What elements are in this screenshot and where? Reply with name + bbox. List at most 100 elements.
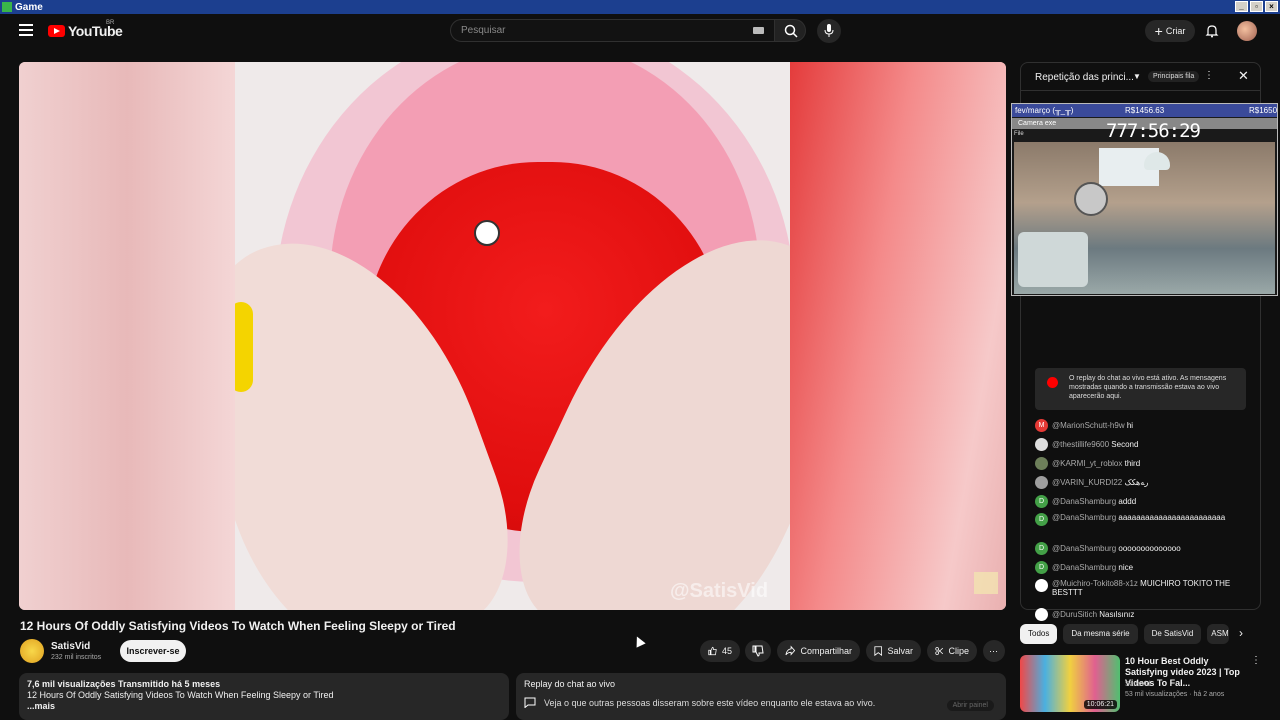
create-button[interactable]: + Criar	[1145, 20, 1195, 42]
close-window-button[interactable]: ×	[1265, 1, 1278, 12]
mouse-cursor	[632, 634, 646, 648]
keyboard-icon[interactable]	[753, 27, 764, 34]
like-button[interactable]: 45	[700, 640, 740, 662]
blurred-side-right	[790, 62, 1006, 610]
more-vert-icon[interactable]: ⋮	[1204, 70, 1214, 81]
overlay-bar: fev/março (╥_╥) R$1456.63 R$1650	[1012, 104, 1277, 117]
youtube-notice-icon	[1047, 377, 1058, 388]
plus-icon: +	[1154, 23, 1163, 39]
notifications-bell-icon[interactable]	[1205, 24, 1219, 38]
bookmark-icon	[874, 646, 883, 657]
chat-messages: M @MarionSchutt-h9w hi @thestillife9600 Se…	[1035, 416, 1255, 624]
clip-label: Clipe	[948, 646, 969, 656]
chat-message-text: ﺭﻪﻫﮑﮏ	[1124, 478, 1149, 487]
close-icon[interactable]: ✕	[1238, 68, 1249, 84]
chat-author-name[interactable]: @DanaShamburg	[1052, 563, 1116, 572]
chat-author-avatar[interactable]: D	[1035, 561, 1048, 574]
more-horizontal-icon: ⋯	[989, 645, 998, 656]
chat-author-avatar[interactable]	[1035, 457, 1048, 470]
blurred-side-left	[19, 62, 235, 610]
chat-message: @KARMI_yt_roblox third	[1035, 454, 1255, 473]
share-icon	[785, 645, 796, 656]
subscribe-button[interactable]: Inscrever-se	[120, 640, 186, 662]
chat-author-name[interactable]: @DanaShamburg	[1052, 544, 1116, 553]
chat-message: M @MarionSchutt-h9w hi	[1035, 416, 1255, 435]
overlay-amount: R$1456.63	[1125, 106, 1165, 115]
chat-message: D @DanaShamburg aaaaaaaaaaaaaaaaaaaaaaaa	[1035, 511, 1255, 539]
youtube-logo[interactable]: YouTube BR	[48, 20, 123, 39]
chat-message: @Muichiro-Tokito88-x1z MUICHIRO TOKITO T…	[1035, 577, 1255, 605]
channel-name[interactable]: SatisVid	[51, 641, 90, 652]
chat-author-name[interactable]: @Muichiro-Tokito88-x1z	[1052, 579, 1138, 588]
voice-search-button[interactable]	[817, 19, 841, 43]
chat-author-avatar[interactable]: M	[1035, 419, 1048, 432]
channel-watermark-icon[interactable]	[974, 572, 998, 594]
chat-message: D @DanaShamburg oooooooooooooo	[1035, 539, 1255, 558]
chat-message: @DuruSitich Nasılsınız	[1035, 605, 1255, 624]
recommended-channel: SatisVid	[1125, 681, 1151, 688]
video-watermark: @SatisVid	[670, 580, 769, 602]
clip-button[interactable]: Clipe	[927, 640, 977, 662]
chat-author-name[interactable]: @MarionSchutt-h9w	[1052, 421, 1125, 430]
description-box[interactable]: 7,6 mil visualizações Transmitido há 5 m…	[19, 673, 509, 720]
maximize-button[interactable]: ▫	[1250, 1, 1263, 12]
window-titlebar: Game _ ▫ ×	[0, 0, 1280, 14]
chat-author-name[interactable]: @KARMI_yt_roblox	[1052, 459, 1122, 468]
chat-author-avatar[interactable]	[1035, 608, 1048, 621]
search-input[interactable]: Pesquisar	[450, 19, 775, 42]
more-actions-button[interactable]: ⋯	[983, 640, 1005, 662]
save-label: Salvar	[887, 646, 913, 656]
show-more-link[interactable]: ...mais	[27, 701, 501, 712]
chat-author-name[interactable]: @DuruSitich	[1052, 610, 1097, 619]
share-button[interactable]: Compartilhar	[777, 640, 860, 662]
chat-author-name[interactable]: @DanaShamburg	[1052, 497, 1116, 506]
tab-asmr[interactable]: ASM	[1207, 624, 1230, 644]
chat-message-text: addd	[1118, 497, 1137, 506]
chat-message-text: Nasılsınız	[1099, 610, 1135, 619]
chevron-right-icon[interactable]: ›	[1239, 626, 1243, 640]
chat-mode-selector[interactable]: Repetição das princi...	[1035, 72, 1134, 83]
related-filter-tabs: Todos Da mesma série De SatisVid ASM	[1020, 624, 1230, 644]
avatar[interactable]	[1237, 21, 1257, 41]
video-player[interactable]: @SatisVid	[19, 62, 1006, 610]
chat-author-avatar[interactable]: D	[1035, 495, 1048, 508]
subscriber-count: 232 mil inscritos	[51, 654, 102, 661]
chat-author-name[interactable]: @VARIN_KURDI22	[1052, 478, 1122, 487]
open-panel-button[interactable]: Abrir painel	[946, 700, 994, 711]
microphone-icon	[824, 24, 834, 37]
search-button[interactable]	[774, 19, 806, 42]
room-sofa	[1018, 232, 1088, 287]
room-fan	[1074, 182, 1108, 216]
tab-same-series[interactable]: Da mesma série	[1063, 624, 1138, 644]
chevron-down-icon[interactable]: ▼	[1133, 72, 1141, 81]
menu-icon[interactable]	[19, 24, 33, 36]
chat-bubble-icon	[524, 697, 536, 708]
chat-author-avatar[interactable]: D	[1035, 513, 1048, 526]
chat-author-avatar[interactable]	[1035, 579, 1048, 592]
tab-from-channel[interactable]: De SatisVid	[1143, 624, 1202, 644]
chat-message-text: aaaaaaaaaaaaaaaaaaaaaaaa	[1118, 513, 1226, 522]
channel-avatar[interactable]	[20, 639, 44, 663]
chat-filter-tag[interactable]: Principais fila	[1148, 71, 1200, 82]
channel-badge-icon	[474, 220, 500, 246]
minimize-button[interactable]: _	[1235, 1, 1248, 12]
scissors-icon	[935, 647, 944, 655]
replay-subtitle: Veja o que outras pessoas disseram sobre…	[544, 697, 876, 708]
like-count: 45	[721, 646, 732, 656]
chat-author-avatar[interactable]	[1035, 476, 1048, 489]
create-label: Criar	[1165, 26, 1186, 36]
room-lamp	[1144, 152, 1170, 170]
chat-author-avatar[interactable]	[1035, 438, 1048, 451]
chat-author-name[interactable]: @DanaShamburg	[1052, 513, 1116, 522]
save-button[interactable]: Salvar	[866, 640, 921, 662]
recommended-video[interactable]: 10:06:21 10 Hour Best Oddly Satisfying v…	[1020, 655, 1261, 715]
replay-title: Replay do chat ao vivo	[524, 679, 616, 689]
tab-all[interactable]: Todos	[1020, 624, 1058, 644]
youtube-play-icon	[48, 25, 65, 37]
more-vert-icon[interactable]: ⋮	[1251, 655, 1261, 666]
dislike-button[interactable]	[745, 640, 771, 662]
chat-author-avatar[interactable]: D	[1035, 542, 1048, 555]
chat-author-name[interactable]: @thestillife9600	[1052, 440, 1109, 449]
chat-message-text: nice	[1118, 563, 1134, 572]
video-thumbnail[interactable]: 10:06:21	[1020, 655, 1120, 712]
